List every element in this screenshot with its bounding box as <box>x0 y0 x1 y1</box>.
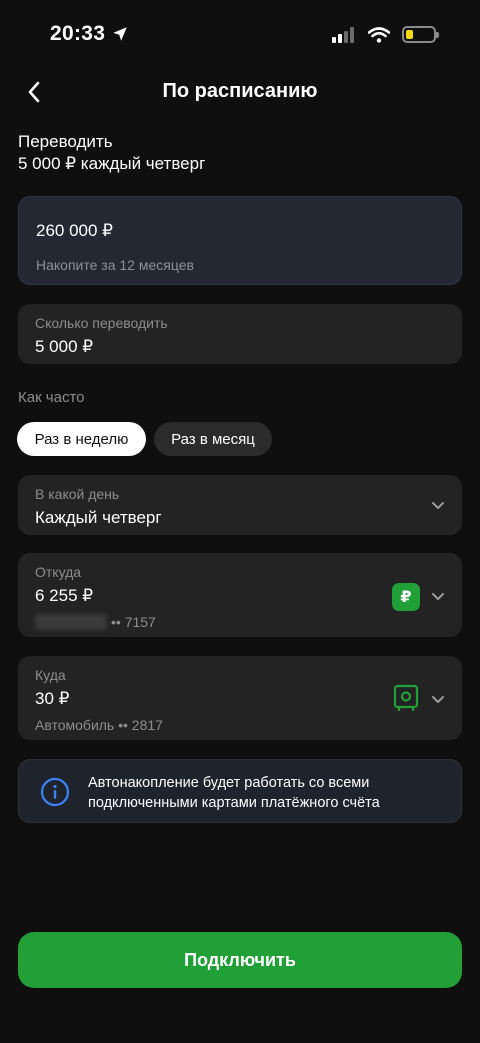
summary-line-1: Переводить <box>18 132 113 151</box>
summary-line-2: 5 000 ₽ каждый четверг <box>18 154 206 173</box>
source-account-select[interactable]: Откуда 6 255 ₽ •• 7157 ₽ <box>18 553 462 637</box>
goal-amount: 260 000 ₽ <box>36 221 113 240</box>
goal-card[interactable]: 260 000 ₽ Накопите за 12 месяцев <box>18 196 462 285</box>
day-select[interactable]: В какой день Каждый четверг <box>18 475 462 535</box>
page-title: По расписанию <box>162 80 318 102</box>
cellular-signal-icon <box>332 26 354 43</box>
chevron-down-icon <box>428 689 448 709</box>
screen: 20:33 По расписанию Переводить 5 000 ₽ к… <box>0 0 480 1043</box>
battery-level <box>406 30 413 39</box>
header: По расписанию <box>0 70 480 114</box>
source-label: Откуда <box>35 564 82 580</box>
location-arrow-icon <box>113 27 127 41</box>
connect-button[interactable]: Подключить <box>18 932 462 988</box>
schedule-summary: Переводить 5 000 ₽ каждый четверг <box>18 131 205 175</box>
target-account-name: Автомобиль •• 2817 <box>35 717 163 733</box>
info-banner: Автонакопление будет работать со всеми п… <box>18 759 462 823</box>
amount-field[interactable]: Сколько переводить 5 000 ₽ <box>18 304 462 364</box>
target-balance: 30 ₽ <box>35 689 70 708</box>
source-balance: 6 255 ₽ <box>35 586 94 605</box>
time-text: 20:33 <box>50 22 106 45</box>
goal-subtitle: Накопите за 12 месяцев <box>36 257 194 273</box>
status-icons <box>332 26 439 43</box>
amount-field-value: 5 000 ₽ <box>35 337 94 356</box>
amount-field-label: Сколько переводить <box>35 315 168 331</box>
ruble-card-icon: ₽ <box>392 583 420 611</box>
target-label: Куда <box>35 667 66 683</box>
target-account-select[interactable]: Куда 30 ₽ Автомобиль •• 2817 <box>18 656 462 740</box>
frequency-option-weekly[interactable]: Раз в неделю <box>17 422 146 456</box>
status-bar: 20:33 <box>0 0 480 70</box>
info-icon <box>40 777 70 807</box>
status-time: 20:33 <box>50 22 129 46</box>
battery-icon <box>402 26 439 43</box>
chevron-down-icon <box>428 495 448 515</box>
info-text: Автонакопление будет работать со всеми п… <box>88 775 380 811</box>
masked-card-name <box>35 614 107 630</box>
wifi-icon <box>368 26 390 43</box>
source-account-number: •• 7157 <box>111 614 156 630</box>
chevron-down-icon <box>428 586 448 606</box>
frequency-label: Как часто <box>18 389 85 406</box>
day-select-value: Каждый четверг <box>35 508 162 527</box>
frequency-option-monthly[interactable]: Раз в месяц <box>154 422 272 456</box>
day-select-label: В какой день <box>35 486 120 502</box>
safe-icon <box>393 684 419 712</box>
